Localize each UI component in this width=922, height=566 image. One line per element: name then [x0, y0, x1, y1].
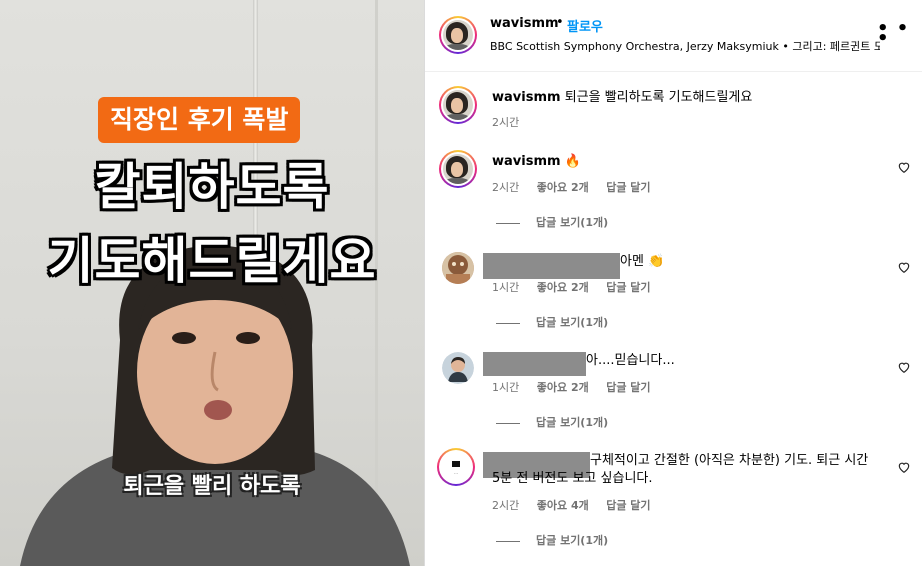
comment-time[interactable]: 1시간: [492, 381, 519, 394]
replies-line: [496, 322, 520, 324]
caption-avatar[interactable]: [439, 86, 477, 124]
follow-button[interactable]: 팔로우: [567, 16, 603, 35]
reel-video[interactable]: 직장인 후기 폭발 칼퇴하도록 기도해드릴게요 퇴근을 빨리 하도록: [0, 0, 424, 566]
caption-text: 퇴근을 빨리하도록 기도해드릴게요: [564, 90, 753, 105]
view-replies-button[interactable]: 답글 보기(1개): [496, 214, 608, 230]
comment-text: 아멘 👏: [620, 254, 665, 269]
more-options-icon[interactable]: • • •: [877, 20, 922, 48]
comment-username[interactable]: wavismm: [492, 154, 561, 169]
view-replies-button[interactable]: 답글 보기(1개): [496, 414, 608, 430]
comment-likes[interactable]: 좋아요 2개: [537, 281, 589, 294]
comment-text-line2: 5분 전 버전도 보고 싶습니다.: [492, 471, 653, 486]
comment-text-line1: 구체적이고 간절한 (아직은 차분한) 기도. 퇴근 시간: [590, 453, 869, 468]
reply-button[interactable]: 답글 달기: [606, 281, 650, 294]
post-header: wavismm • 팔로우 BBC Scottish Symphony Orch…: [425, 0, 922, 72]
comment-item: ··· 구체적이고 간절한 (아직은 차분한) 기도. 퇴근 시간 5분 전 버…: [425, 446, 922, 556]
replies-line: [496, 222, 520, 224]
svg-text:···: ···: [454, 471, 458, 476]
comment-item: wavismm 🔥 2시간 좋아요 2개 답글 달기 답글 보기(1개): [425, 148, 922, 238]
video-subtitle: 퇴근을 빨리 하도록: [123, 474, 301, 499]
view-replies-button[interactable]: 답글 보기(1개): [496, 532, 608, 548]
view-replies-button[interactable]: 답글 보기(1개): [496, 314, 608, 330]
comment-item: 아멘 👏 1시간 좋아요 2개 답글 달기 답글 보기(1개): [425, 248, 922, 338]
comment-text: 🔥: [564, 154, 581, 169]
video-headline-line2: 기도해드릴게요: [47, 232, 377, 290]
comment-avatar[interactable]: [442, 252, 474, 284]
author-avatar[interactable]: [439, 16, 477, 54]
view-replies-label: 답글 보기(1개): [536, 534, 609, 547]
view-replies-label: 답글 보기(1개): [536, 416, 609, 429]
heart-icon[interactable]: [897, 360, 911, 374]
audio-info-link[interactable]: BBC Scottish Symphony Orchestra, Jerzy M…: [490, 38, 880, 54]
comment-avatar[interactable]: [442, 352, 474, 384]
heart-icon[interactable]: [897, 460, 911, 474]
comment-text: 아....믿습니다...: [586, 353, 675, 368]
heart-icon[interactable]: [897, 160, 911, 174]
replies-line: [496, 422, 520, 424]
view-replies-label: 답글 보기(1개): [536, 316, 609, 329]
comments-panel: wavismm • 팔로우 BBC Scottish Symphony Orch…: [425, 0, 922, 566]
video-headline-line1: 칼퇴하도록: [94, 158, 330, 216]
post-caption: wavismm 퇴근을 빨리하도록 기도해드릴게요 2시간: [425, 84, 922, 134]
comment-avatar[interactable]: [439, 150, 477, 188]
caption-username[interactable]: wavismm: [492, 90, 561, 105]
separator-dot: •: [556, 15, 564, 30]
comment-likes[interactable]: 좋아요 4개: [537, 499, 589, 512]
redacted-username: [483, 352, 586, 376]
comment-item: 아....믿습니다... 1시간 좋아요 2개 답글 달기 답글 보기(1개): [425, 348, 922, 438]
comment-time[interactable]: 1시간: [492, 281, 519, 294]
comment-avatar[interactable]: ···: [437, 448, 475, 486]
video-tag-label: 직장인 후기 폭발: [98, 97, 301, 143]
redacted-username: [483, 253, 620, 279]
author-username[interactable]: wavismm: [490, 16, 559, 31]
comment-time[interactable]: 2시간: [492, 181, 519, 194]
caption-time[interactable]: 2시간: [492, 116, 519, 129]
comment-time[interactable]: 2시간: [492, 499, 519, 512]
reply-button[interactable]: 답글 달기: [606, 499, 650, 512]
comment-likes[interactable]: 좋아요 2개: [537, 381, 589, 394]
comment-likes[interactable]: 좋아요 2개: [537, 181, 589, 194]
heart-icon[interactable]: [897, 260, 911, 274]
reply-button[interactable]: 답글 달기: [606, 181, 650, 194]
view-replies-label: 답글 보기(1개): [536, 216, 609, 229]
replies-line: [496, 540, 520, 542]
reply-button[interactable]: 답글 달기: [606, 381, 650, 394]
